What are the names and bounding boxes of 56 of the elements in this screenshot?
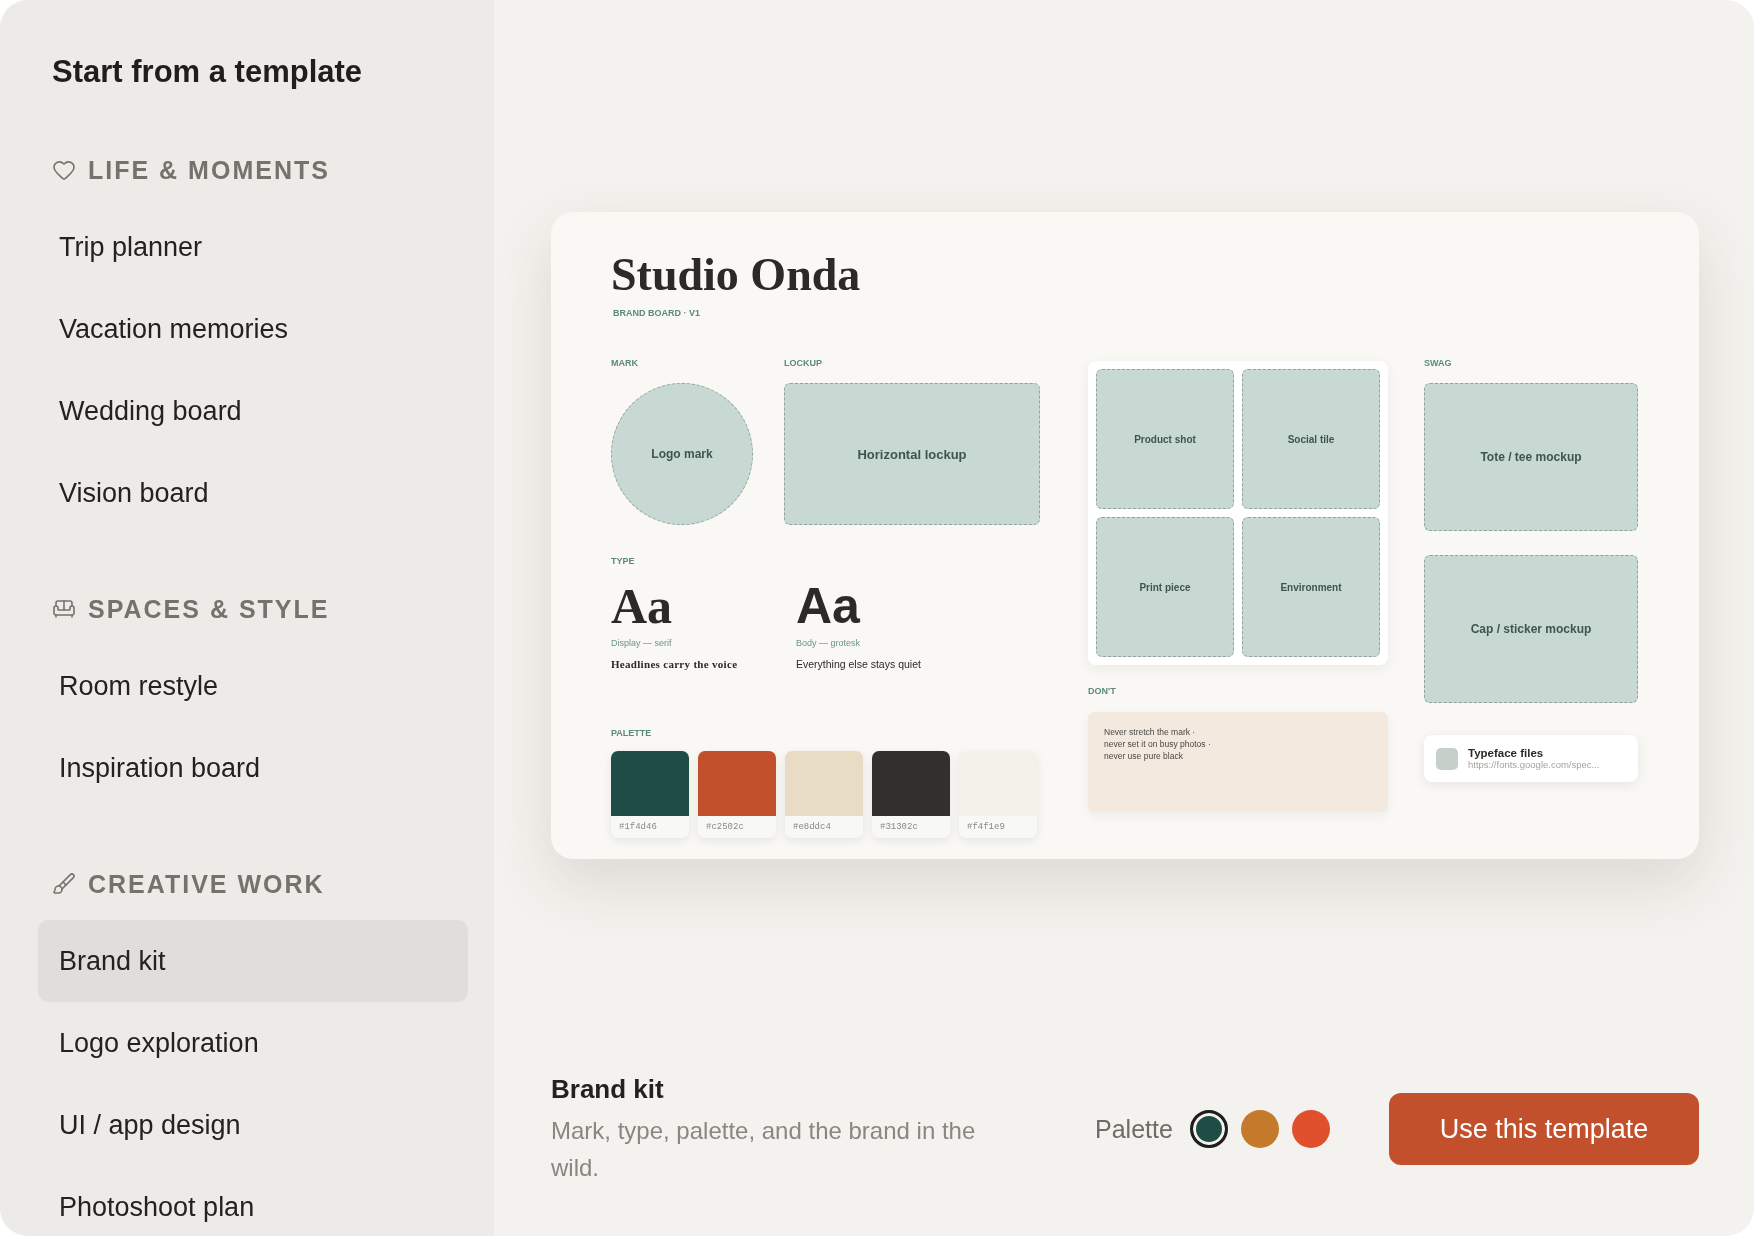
image-drop-zone[interactable]: Print piece [1096,517,1234,657]
mockup-drop-zone[interactable]: Cap / sticker mockup [1424,555,1638,703]
section-label: MARK [611,357,639,369]
template-item[interactable]: Brand kit [38,920,468,1002]
file-title: Typeface files [1468,747,1545,759]
brush-icon [52,872,76,896]
type-specimen: Aa [611,581,674,631]
section-label: DON'T [1088,685,1117,697]
section-label: LOCKUP [784,357,823,369]
type-caption: Body — grotesk [796,637,862,649]
section-label: PALETTE [611,727,653,739]
hex-code: #c2502c [705,821,745,834]
type-sample: Everything else stays quiet [796,657,922,671]
palette-option[interactable] [1189,1110,1228,1148]
template-item[interactable]: Vision board [38,452,468,534]
file-url: https://fonts.google.com/spec... [1468,759,1600,770]
section-label: TYPE [611,555,636,567]
type-caption: Display — serif [611,637,673,649]
hex-code: #1f4d46 [618,821,658,834]
lockup-drop-zone[interactable]: Horizontal lockup [784,383,1040,525]
sidebar-title: Start from a template [52,53,364,91]
section-label: SWAG [1424,357,1453,369]
image-drop-zone[interactable]: Environment [1242,517,1380,657]
template-item[interactable]: Logo exploration [38,1002,468,1084]
template-item[interactable]: Trip planner [38,206,468,288]
mockup-drop-zone[interactable]: Tote / tee mockup [1424,383,1638,531]
template-item[interactable]: Vacation memories [38,288,468,370]
section-heading: SPACES & STYLE [88,594,330,624]
template-item[interactable]: Wedding board [38,370,468,452]
template-item[interactable]: Room restyle [38,645,468,727]
template-name: Brand kit [551,1073,665,1106]
file-card[interactable]: Typeface files https://fonts.google.com/spec... [1424,735,1638,782]
use-template-button[interactable]: Use this template [1389,1093,1699,1165]
type-sample: Headlines carry the voice [611,657,739,671]
hex-code: #f4f1e9 [966,821,1006,834]
file-icon [1436,747,1458,770]
heart-icon [52,158,76,182]
note-line: never set it on busy photos · [1104,738,1212,750]
board-subtitle: BRAND BOARD · V1 [613,307,701,319]
note-line: Never stretch the mark · [1104,726,1197,738]
template-description: Mark, type, palette, and the brand in the wild. [551,1116,977,1183]
hex-code: #e8ddc4 [792,821,832,834]
hex-code: #31302c [879,821,919,834]
board-title: Studio Onda [611,248,862,302]
template-item[interactable]: UI / app design [38,1084,468,1166]
image-drop-zone[interactable]: Social tile [1242,369,1380,509]
note-line: never use pure black [1104,750,1184,762]
section-heading: CREATIVE WORK [88,869,325,899]
palette-label: Palette [1095,1114,1173,1144]
logo-drop-zone[interactable]: Logo mark [611,383,753,525]
template-item[interactable]: Photoshoot plan [38,1166,468,1236]
template-item[interactable]: Inspiration board [38,727,468,809]
section-heading: LIFE & MOMENTS [88,155,330,185]
type-specimen: Aa [796,581,861,631]
sofa-icon [52,597,76,621]
image-drop-zone[interactable]: Product shot [1096,369,1234,509]
